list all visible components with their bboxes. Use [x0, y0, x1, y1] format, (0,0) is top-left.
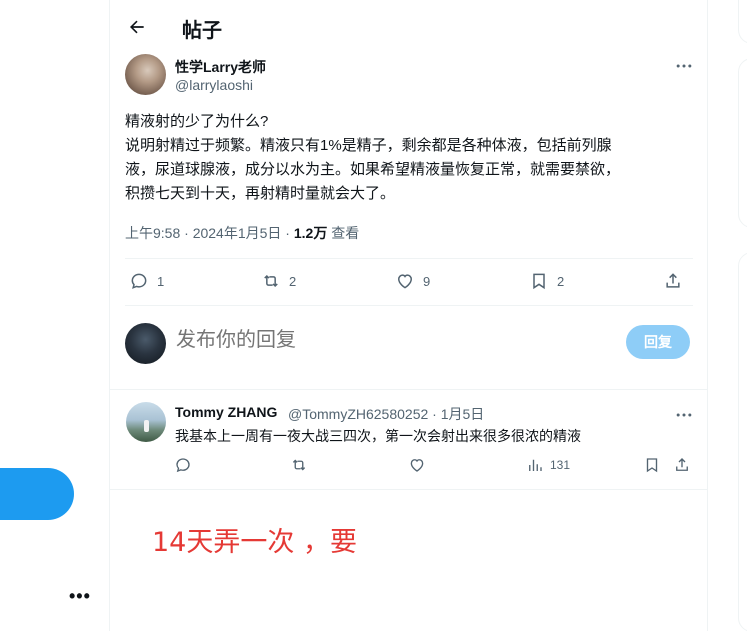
- divider: [110, 389, 707, 390]
- share-action[interactable]: [663, 271, 691, 291]
- bookmark-icon: [646, 458, 658, 473]
- reply-actions: 131: [110, 456, 707, 480]
- tweet-line: 积攒七天到十天，再射精时量就会大了。: [125, 185, 396, 202]
- views-count: 1.2万: [293, 225, 328, 241]
- tweet-line: 说明射精过于频繁。精液只有1%是精子，剩余都是各种体液，包括前列腺: [125, 137, 612, 154]
- reply-count: 1: [157, 273, 165, 289]
- like-count: 9: [423, 273, 431, 289]
- reply-icon: [176, 458, 190, 473]
- reply-action[interactable]: 1: [129, 271, 164, 291]
- reply-bookmark-action[interactable]: [643, 456, 667, 474]
- tweet-actions: 1 2 9 2: [125, 259, 693, 305]
- page-title: 帖子: [182, 20, 222, 42]
- left-nav: •••: [0, 0, 109, 631]
- sidebar-card: [738, 0, 747, 44]
- retweet-count: 2: [289, 273, 297, 289]
- reply-author-name[interactable]: Tommy ZHANG: [175, 404, 277, 420]
- author-handle[interactable]: @larrylaoshi: [175, 77, 253, 93]
- share-icon: [676, 458, 688, 471]
- tweet-timestamp[interactable]: 上午9:58 · 2024年1月5日 ·: [125, 225, 294, 241]
- heart-icon: [410, 459, 424, 472]
- share-icon: [666, 273, 680, 288]
- my-avatar[interactable]: [125, 323, 166, 364]
- divider: [110, 489, 707, 490]
- more-icon[interactable]: [674, 56, 694, 76]
- retweet-icon: [264, 274, 278, 288]
- reply-views-action[interactable]: 131: [526, 456, 570, 474]
- annotation-text: 14天弄一次 ，要: [152, 527, 357, 558]
- page-header: 帖子: [110, 0, 707, 54]
- author-name[interactable]: 性学Larry老师: [175, 57, 266, 77]
- tweet-meta: 上午9:58 · 2024年1月5日 · 1.2万 查看: [125, 223, 359, 243]
- tweet-line: 液，尿道球腺液，成分以水为主。如果希望精液量恢复正常，就需要禁欲，: [125, 161, 621, 178]
- right-sidebar: [708, 0, 747, 631]
- reply-views-count: 131: [550, 458, 571, 472]
- bookmark-count: 2: [557, 273, 565, 289]
- reply-reply-action[interactable]: [174, 456, 198, 474]
- reply-button[interactable]: 回复: [626, 325, 690, 359]
- divider: [125, 305, 693, 306]
- views-label: 查看: [327, 225, 360, 241]
- sidebar-card: [738, 252, 747, 631]
- reply-share-action[interactable]: [673, 456, 697, 474]
- reply-input[interactable]: [176, 329, 441, 352]
- post-button[interactable]: [0, 468, 74, 520]
- author-avatar[interactable]: [125, 54, 166, 95]
- reply-author-avatar[interactable]: [126, 402, 166, 442]
- reply-icon: [131, 273, 147, 289]
- reply-text: 我基本上一周有一夜大战三四次，第一次会射出来很多很浓的精液: [175, 428, 581, 444]
- more-icon[interactable]: [674, 405, 694, 425]
- reply-like-action[interactable]: [408, 456, 432, 474]
- heart-icon: [397, 274, 413, 289]
- bookmark-action[interactable]: 2: [529, 271, 564, 291]
- tweet-line: 精液射的少了为什么?: [125, 113, 269, 130]
- back-arrow-icon[interactable]: [124, 14, 150, 40]
- more-options-icon[interactable]: •••: [69, 586, 91, 607]
- main-column: 帖子 性学Larry老师 @larrylaoshi 精液射的少了为什么? 说明射…: [109, 0, 708, 631]
- reply-author-handle[interactable]: @TommyZH62580252 · 1月5日: [288, 404, 484, 424]
- bookmark-icon: [533, 273, 545, 290]
- like-action[interactable]: 9: [395, 271, 430, 291]
- sidebar-card: [738, 58, 747, 228]
- retweet-action[interactable]: 2: [261, 271, 296, 291]
- analytics-icon: [529, 459, 542, 471]
- reply-retweet-action[interactable]: [290, 456, 314, 474]
- tweet-text: 精液射的少了为什么? 说明射精过于频繁。精液只有1%是精子，剩余都是各种体液，包…: [125, 110, 695, 206]
- retweet-icon: [292, 459, 306, 471]
